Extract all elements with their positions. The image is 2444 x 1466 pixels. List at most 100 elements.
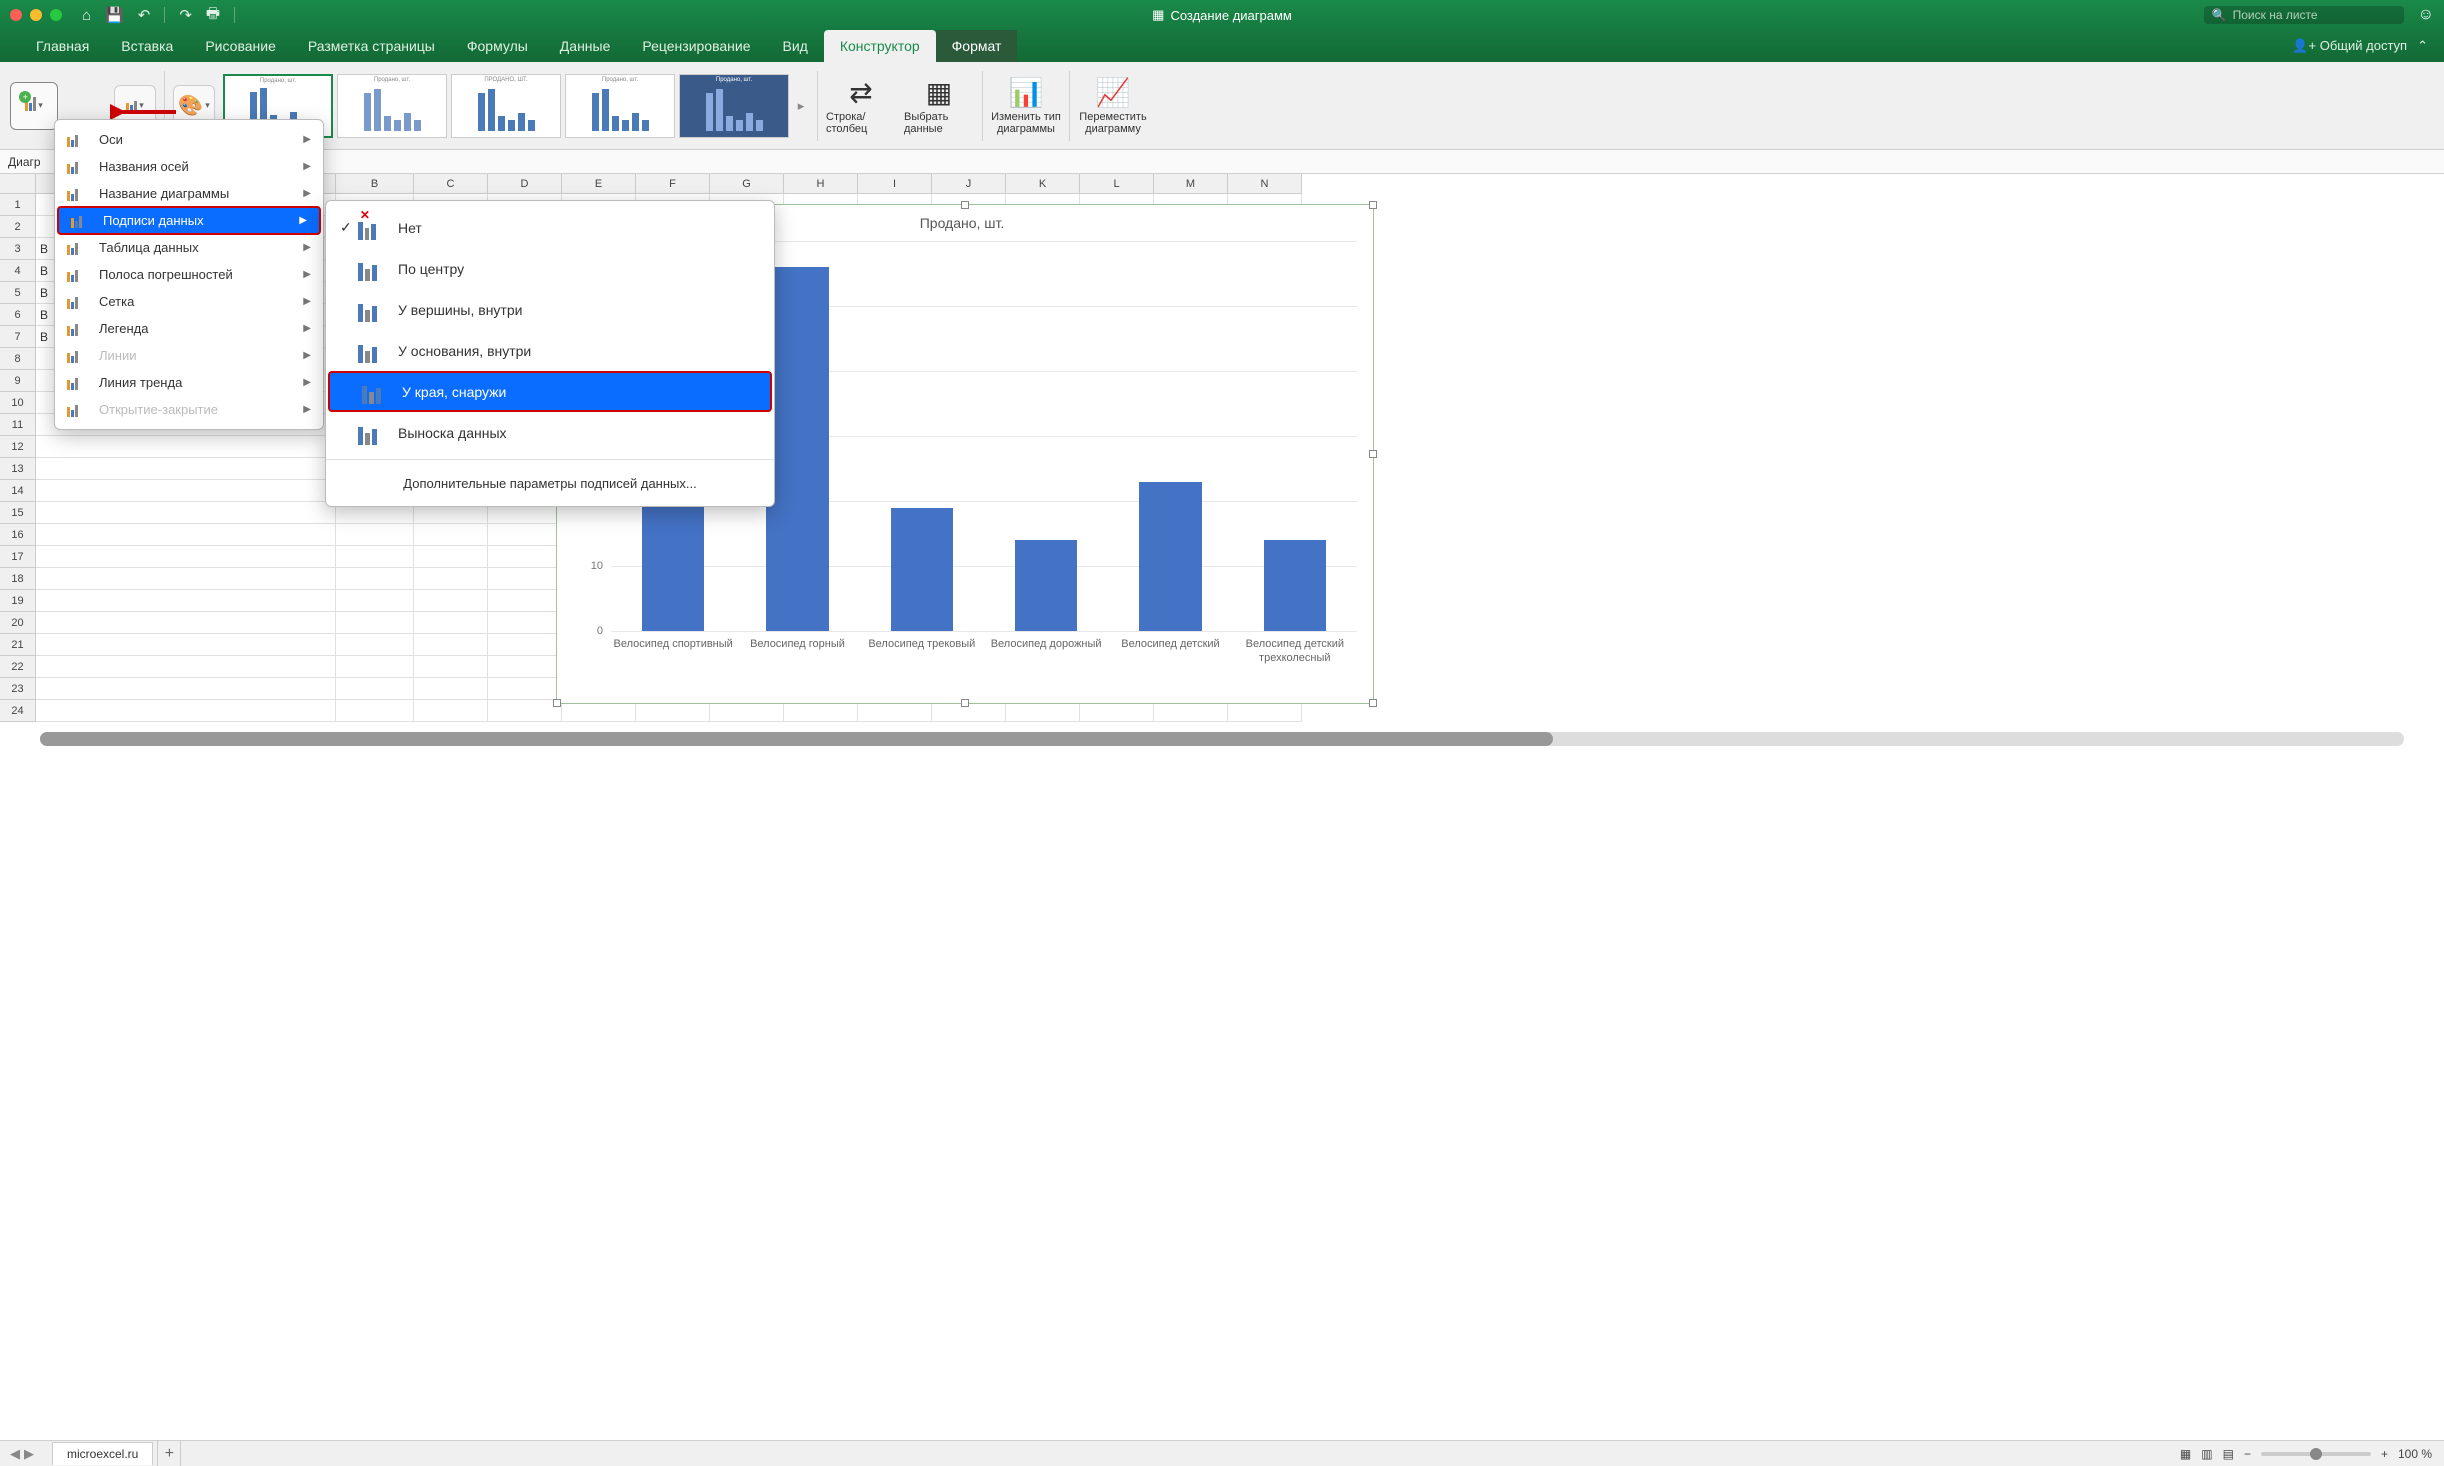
minimize-window-icon[interactable] <box>30 9 42 21</box>
cell-B18[interactable] <box>336 568 414 590</box>
row-header-16[interactable]: 16 <box>0 524 36 546</box>
change-chart-type-button[interactable]: 📊 Изменить типдиаграммы <box>991 68 1061 144</box>
cell-D23[interactable] <box>488 678 562 700</box>
row-header-23[interactable]: 23 <box>0 678 36 700</box>
chart-style-3[interactable]: ПРОДАНО, ШТ. <box>451 74 561 138</box>
row-header-17[interactable]: 17 <box>0 546 36 568</box>
tab-draw[interactable]: Рисование <box>189 30 292 62</box>
chart-style-2[interactable]: Продано, шт. <box>337 74 447 138</box>
select-all-corner[interactable] <box>0 174 36 194</box>
cell-D18[interactable] <box>488 568 562 590</box>
cell-C24[interactable] <box>414 700 488 722</box>
row-header-4[interactable]: 4 <box>0 260 36 282</box>
col-header-J[interactable]: J <box>932 174 1006 194</box>
menu-item-3[interactable]: Подписи данных▶ <box>57 206 321 235</box>
menu-item-5[interactable]: Полоса погрешностей▶ <box>55 261 323 288</box>
cell-C22[interactable] <box>414 656 488 678</box>
menu-item-9[interactable]: Линия тренда▶ <box>55 369 323 396</box>
cell-A24[interactable] <box>36 700 336 722</box>
user-account-icon[interactable]: ☺ <box>2418 6 2434 24</box>
select-data-button[interactable]: ▦ Выбрать данные <box>904 68 974 144</box>
col-header-I[interactable]: I <box>858 174 932 194</box>
cell-C19[interactable] <box>414 590 488 612</box>
row-header-20[interactable]: 20 <box>0 612 36 634</box>
cell-C16[interactable] <box>414 524 488 546</box>
cell-C17[interactable] <box>414 546 488 568</box>
row-header-24[interactable]: 24 <box>0 700 36 722</box>
bar-5[interactable] <box>1264 540 1326 631</box>
move-chart-button[interactable]: 📈 Переместитьдиаграмму <box>1078 68 1148 144</box>
cell-B23[interactable] <box>336 678 414 700</box>
row-header-12[interactable]: 12 <box>0 436 36 458</box>
cell-D16[interactable] <box>488 524 562 546</box>
resize-handle[interactable] <box>961 201 969 209</box>
cell-D21[interactable] <box>488 634 562 656</box>
submenu-item-3[interactable]: У основания, внутри <box>326 330 774 371</box>
add-chart-element-button[interactable]: + ▾ <box>10 82 58 130</box>
row-header-22[interactable]: 22 <box>0 656 36 678</box>
cell-A19[interactable] <box>36 590 336 612</box>
row-header-1[interactable]: 1 <box>0 194 36 216</box>
row-header-3[interactable]: 3 <box>0 238 36 260</box>
tab-insert[interactable]: Вставка <box>105 30 189 62</box>
col-header-B[interactable]: B <box>336 174 414 194</box>
cell-B17[interactable] <box>336 546 414 568</box>
chart-style-4[interactable]: Продано, шт. <box>565 74 675 138</box>
sheet-next-icon[interactable]: ▶ <box>24 1446 34 1462</box>
row-header-11[interactable]: 11 <box>0 414 36 436</box>
menu-item-4[interactable]: Таблица данных▶ <box>55 234 323 261</box>
col-header-H[interactable]: H <box>784 174 858 194</box>
row-header-6[interactable]: 6 <box>0 304 36 326</box>
add-sheet-button[interactable]: + <box>157 1441 181 1466</box>
resize-handle[interactable] <box>1369 201 1377 209</box>
cell-B16[interactable] <box>336 524 414 546</box>
redo-icon[interactable]: ↷ <box>179 6 192 24</box>
row-header-10[interactable]: 10 <box>0 392 36 414</box>
cell-D22[interactable] <box>488 656 562 678</box>
undo-icon[interactable]: ↶ <box>138 6 151 24</box>
switch-row-column-button[interactable]: ⇄ Строка/столбец <box>826 68 896 144</box>
menu-item-1[interactable]: Названия осей▶ <box>55 153 323 180</box>
collapse-ribbon-icon[interactable]: ⌃ <box>2417 38 2428 54</box>
cell-A21[interactable] <box>36 634 336 656</box>
cell-A14[interactable] <box>36 480 336 502</box>
cell-C23[interactable] <box>414 678 488 700</box>
cell-A12[interactable] <box>36 436 336 458</box>
bar-3[interactable] <box>1015 540 1077 631</box>
menu-item-0[interactable]: Оси▶ <box>55 126 323 153</box>
resize-handle[interactable] <box>1369 450 1377 458</box>
home-icon[interactable]: ⌂ <box>82 7 91 24</box>
col-header-G[interactable]: G <box>710 174 784 194</box>
cell-D17[interactable] <box>488 546 562 568</box>
col-header-D[interactable]: D <box>488 174 562 194</box>
cell-C18[interactable] <box>414 568 488 590</box>
tab-view[interactable]: Вид <box>767 30 824 62</box>
col-header-F[interactable]: F <box>636 174 710 194</box>
tab-format[interactable]: Формат <box>936 30 1018 62</box>
print-icon[interactable]: 🖶 <box>206 3 220 28</box>
submenu-item-5[interactable]: Выноска данных <box>326 412 774 453</box>
chart-style-5[interactable]: Продано, шт. <box>679 74 789 138</box>
cell-A20[interactable] <box>36 612 336 634</box>
cell-A17[interactable] <box>36 546 336 568</box>
cell-C20[interactable] <box>414 612 488 634</box>
row-header-8[interactable]: 8 <box>0 348 36 370</box>
cell-D20[interactable] <box>488 612 562 634</box>
cell-A18[interactable] <box>36 568 336 590</box>
resize-handle[interactable] <box>961 699 969 707</box>
col-header-E[interactable]: E <box>562 174 636 194</box>
zoom-in-icon[interactable]: + <box>2381 1447 2388 1461</box>
cell-D24[interactable] <box>488 700 562 722</box>
row-header-18[interactable]: 18 <box>0 568 36 590</box>
view-break-icon[interactable]: ▤ <box>2223 1447 2234 1461</box>
cell-B24[interactable] <box>336 700 414 722</box>
zoom-out-icon[interactable]: − <box>2244 1447 2251 1461</box>
row-header-19[interactable]: 19 <box>0 590 36 612</box>
col-header-K[interactable]: K <box>1006 174 1080 194</box>
share-button[interactable]: 👤+ Общий доступ <box>2292 38 2407 54</box>
resize-handle[interactable] <box>1369 699 1377 707</box>
cell-A13[interactable] <box>36 458 336 480</box>
search-input[interactable]: 🔍 Поиск на листе <box>2204 6 2404 24</box>
col-header-L[interactable]: L <box>1080 174 1154 194</box>
menu-item-7[interactable]: Легенда▶ <box>55 315 323 342</box>
